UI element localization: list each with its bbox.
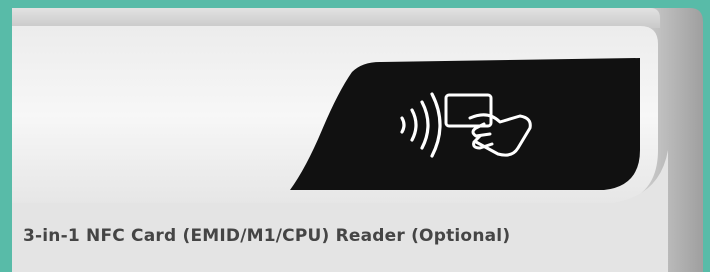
- device-top-ledge: [12, 8, 660, 28]
- caption: 3-in-1 NFC Card (EMID/M1/CPU) Reader (Op…: [23, 226, 511, 246]
